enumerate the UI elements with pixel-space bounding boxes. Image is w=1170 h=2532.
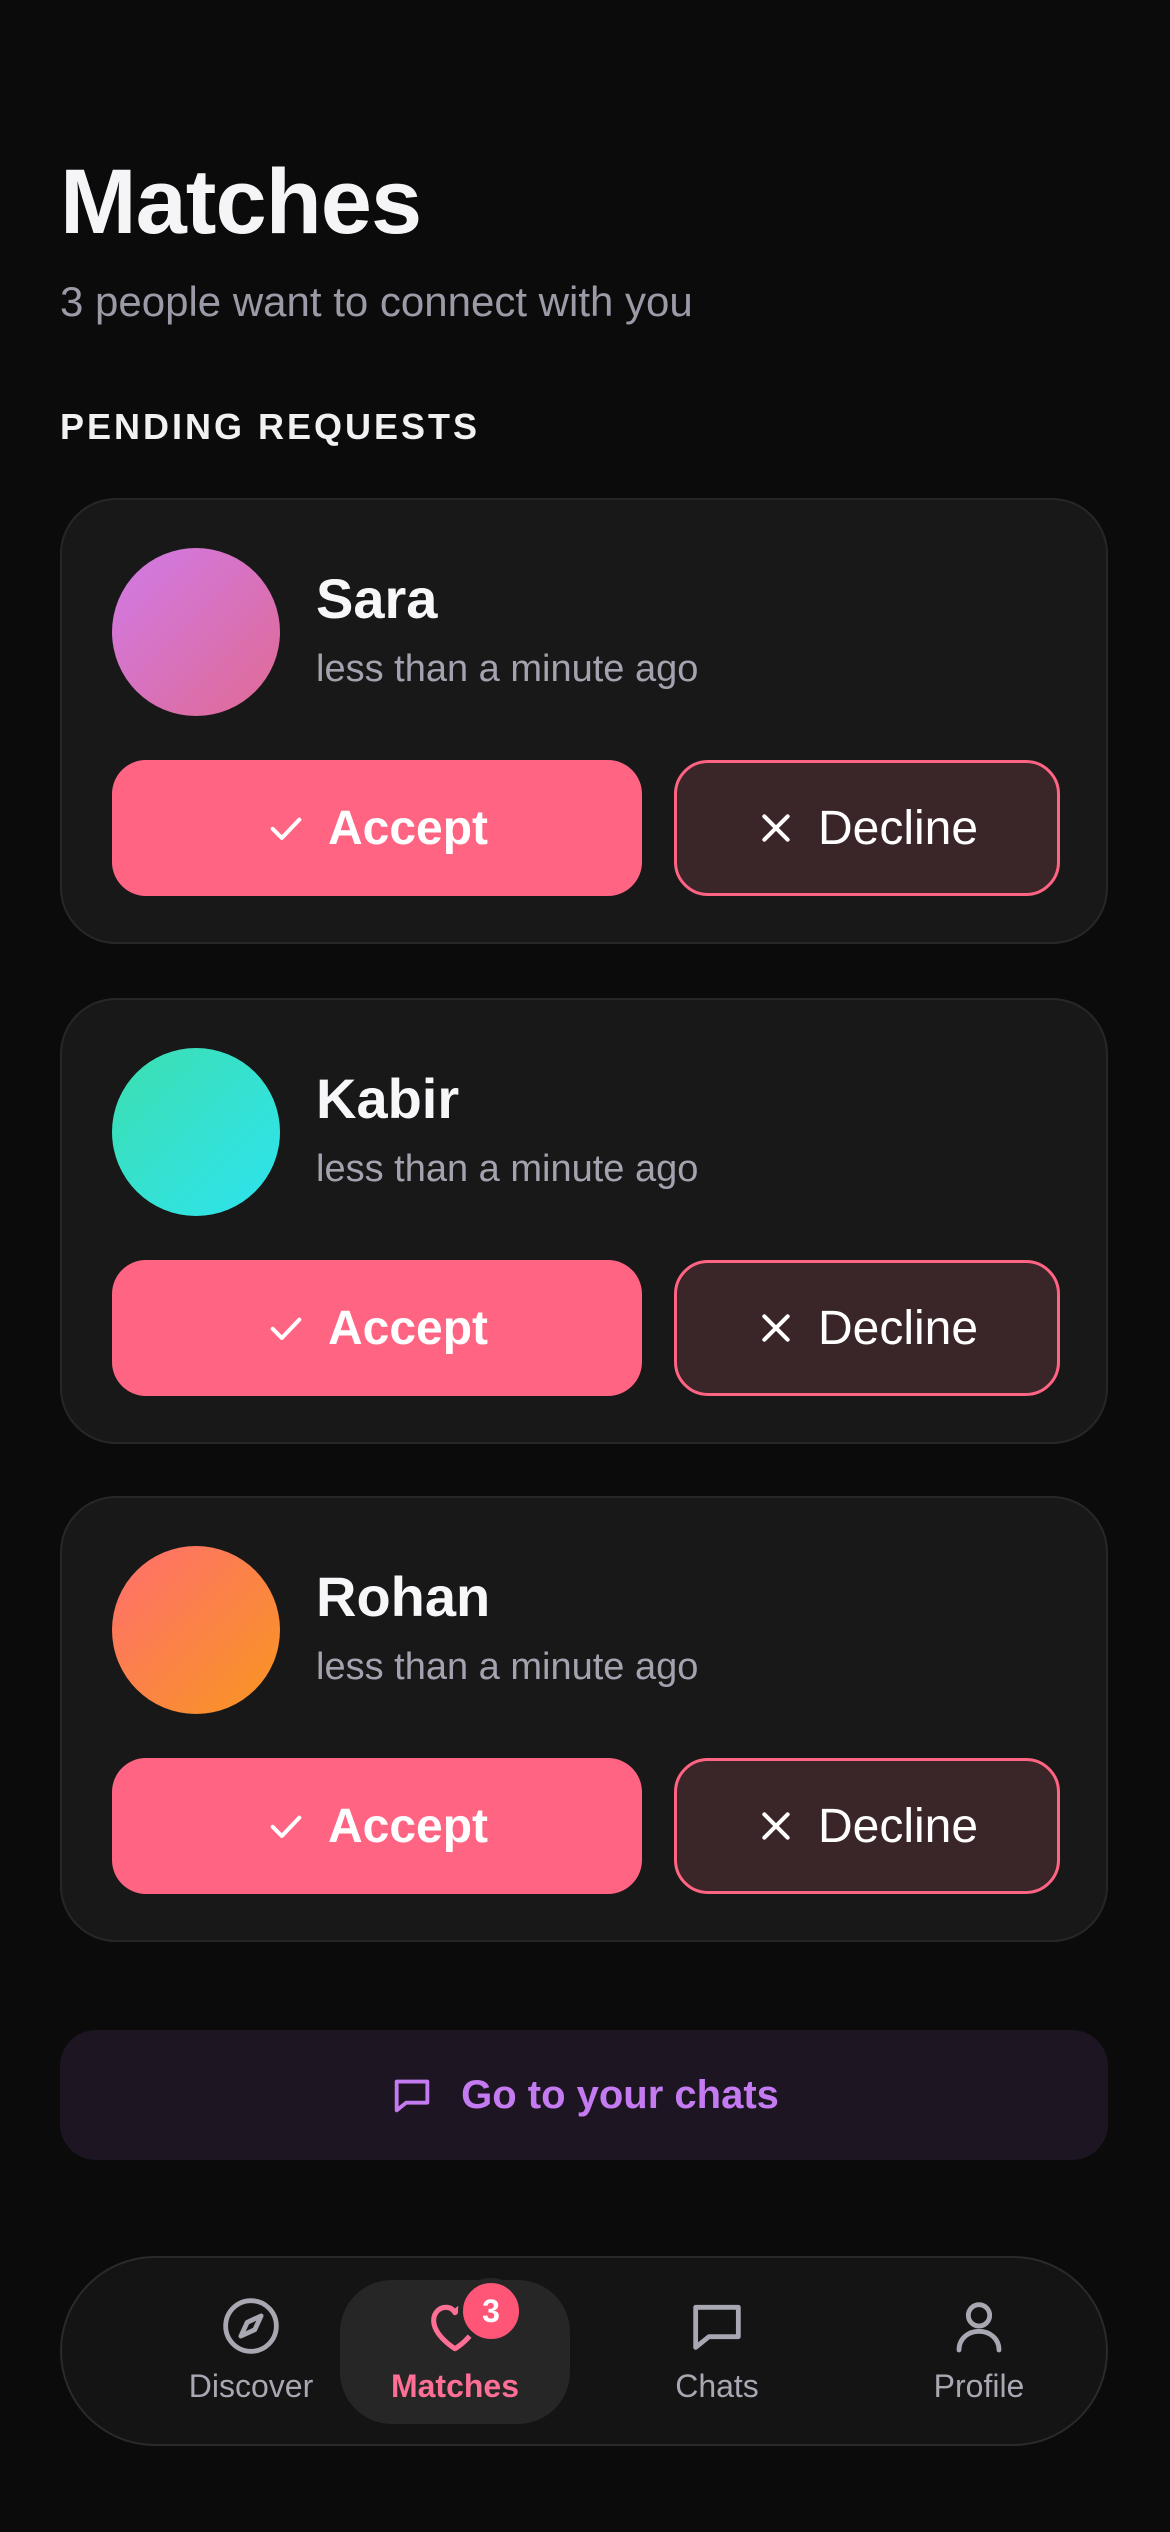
- close-icon: [762, 814, 790, 842]
- avatar: [112, 1546, 280, 1714]
- decline-button[interactable]: Decline: [674, 1758, 1060, 1894]
- decline-button[interactable]: Decline: [674, 760, 1060, 896]
- decline-label: Decline: [817, 801, 979, 855]
- page-subtitle: 3 people want to connect with you: [60, 278, 693, 325]
- close-icon: [762, 1314, 790, 1342]
- page-title: Matches: [60, 151, 422, 253]
- nav-item-matches[interactable]: 3 Matches: [340, 2278, 570, 2424]
- avatar: [112, 1048, 280, 1216]
- request-time: less than a minute ago: [316, 648, 699, 690]
- check-icon: [270, 1815, 302, 1838]
- request-name: Sara: [316, 567, 438, 630]
- check-icon: [270, 1317, 302, 1340]
- notification-badge: 3: [458, 2278, 524, 2344]
- bottom-nav: Discover 3 Matches Chats Profile: [60, 2256, 1108, 2446]
- nav-label: Matches: [390, 2368, 520, 2404]
- request-name: Kabir: [316, 1067, 460, 1130]
- compass-icon: [223, 2298, 279, 2354]
- nav-item-chats[interactable]: Chats: [602, 2280, 832, 2424]
- section-heading: PENDING REQUESTS: [60, 406, 481, 447]
- user-icon: [956, 2302, 1002, 2353]
- accept-button[interactable]: Accept: [112, 760, 642, 896]
- go-to-chats-button[interactable]: Go to your chats: [60, 2030, 1108, 2160]
- accept-button[interactable]: Accept: [112, 1758, 642, 1894]
- message-square-icon: [394, 2079, 430, 2113]
- request-time: less than a minute ago: [316, 1646, 699, 1688]
- accept-label: Accept: [327, 1301, 489, 1355]
- nav-label: Chats: [675, 2368, 759, 2404]
- close-icon: [762, 1812, 790, 1840]
- decline-label: Decline: [817, 1799, 979, 1853]
- decline-label: Decline: [817, 1301, 979, 1355]
- nav-item-profile[interactable]: Profile: [864, 2280, 1094, 2424]
- accept-label: Accept: [327, 1799, 489, 1853]
- request-card-sara: Sara less than a minute ago Accept Decli…: [60, 498, 1108, 944]
- nav-label: Profile: [933, 2368, 1025, 2404]
- accept-label: Accept: [327, 801, 489, 855]
- check-icon: [270, 817, 302, 840]
- decline-button[interactable]: Decline: [674, 1260, 1060, 1396]
- accept-button[interactable]: Accept: [112, 1260, 642, 1396]
- message-square-icon: [693, 2304, 741, 2350]
- avatar: [112, 548, 280, 716]
- request-card-kabir: Kabir less than a minute ago Accept Decl…: [60, 998, 1108, 1444]
- nav-item-discover[interactable]: Discover: [136, 2280, 366, 2424]
- request-card-rohan: Rohan less than a minute ago Accept Decl…: [60, 1496, 1108, 1942]
- chats-link-label: Go to your chats: [461, 2072, 779, 2117]
- request-time: less than a minute ago: [316, 1148, 699, 1190]
- nav-label: Discover: [188, 2368, 314, 2404]
- request-name: Rohan: [316, 1565, 491, 1628]
